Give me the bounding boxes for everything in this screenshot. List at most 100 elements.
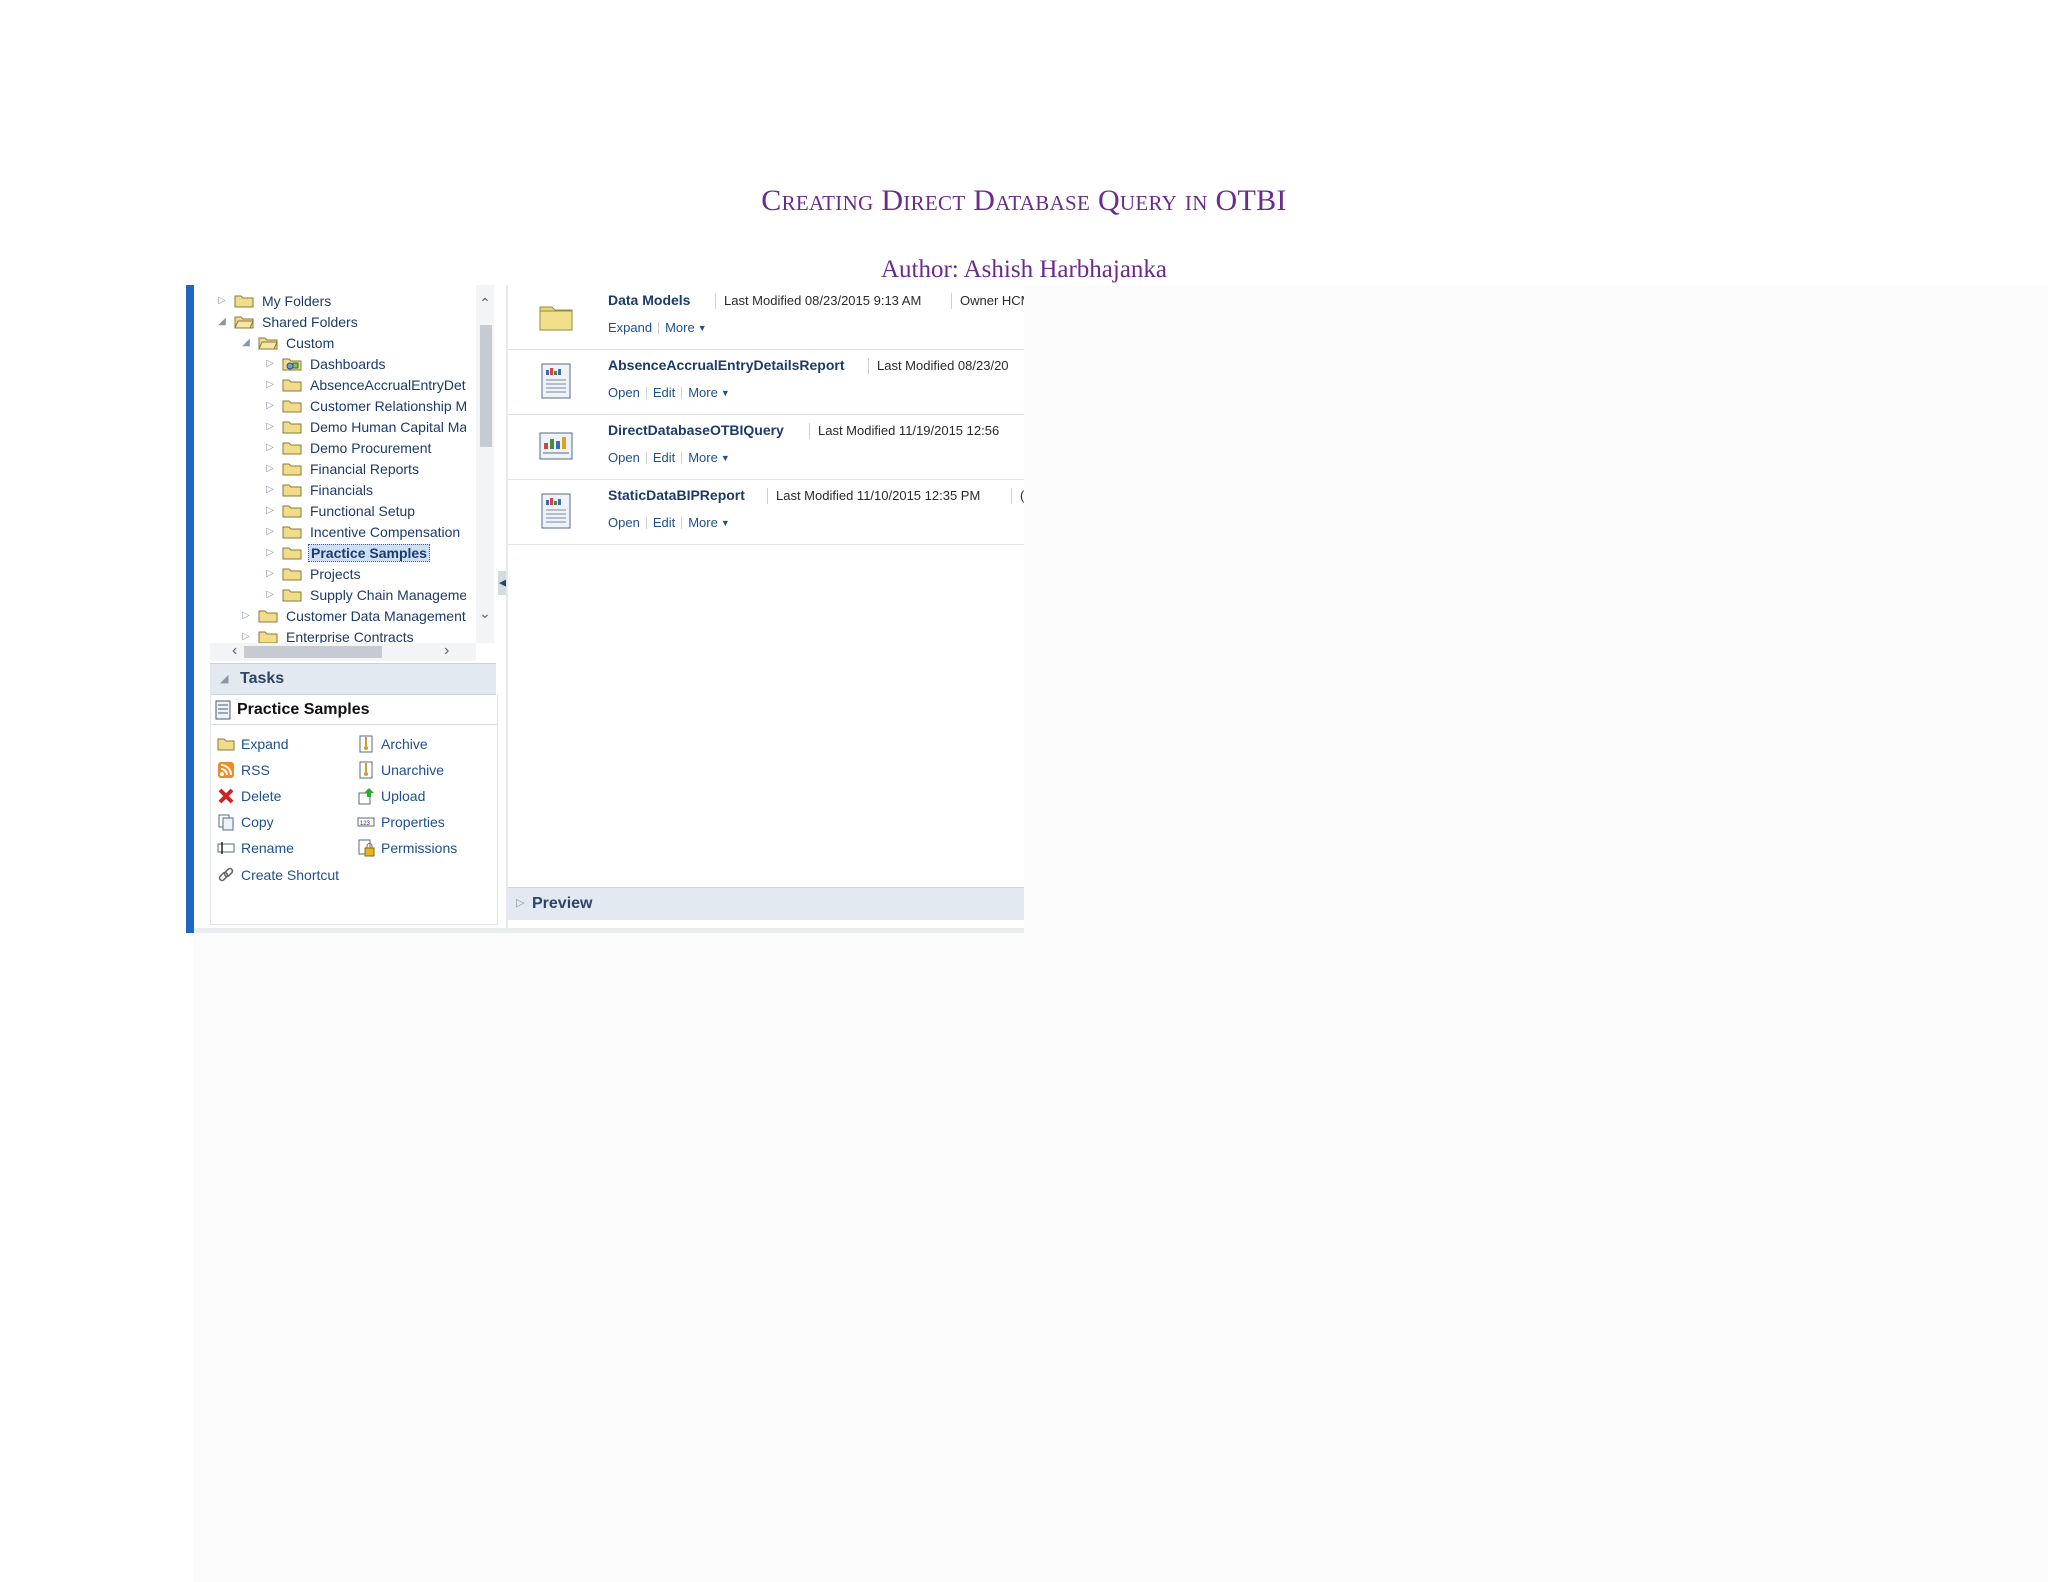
chevron-down-icon[interactable]: ▼ xyxy=(721,518,730,528)
task-label[interactable]: Delete xyxy=(241,788,281,804)
scroll-thumb[interactable] xyxy=(480,325,492,447)
tree-node-label[interactable]: Customer Data Management xyxy=(284,608,466,624)
tree-node[interactable]: ◢ Shared Folders xyxy=(216,312,360,332)
collapsed-triangle-icon[interactable]: ▷ xyxy=(264,526,276,538)
tree-node[interactable]: ▷ Financials xyxy=(264,480,375,500)
tree-node-label[interactable]: Custom xyxy=(284,335,336,351)
scroll-left-icon[interactable]: ‹ xyxy=(232,642,237,660)
catalog-item-name[interactable]: AbsenceAccrualEntryDetailsReport xyxy=(608,357,845,373)
action-edit-link[interactable]: Edit xyxy=(653,450,675,465)
tree-node-label[interactable]: Demo Human Capital Man xyxy=(308,419,466,435)
tree-vertical-scrollbar[interactable]: ⌃ ⌄ xyxy=(476,285,494,643)
tree-node[interactable]: ▷ Enterprise Contracts xyxy=(240,627,416,643)
collapsed-triangle-icon[interactable]: ▷ xyxy=(264,379,276,391)
tree-node[interactable]: ▷ Dashboards xyxy=(264,354,388,374)
collapsed-triangle-icon[interactable]: ▷ xyxy=(264,400,276,412)
tree-node[interactable]: ▷ Customer Relationship Ma xyxy=(264,396,466,416)
collapsed-triangle-icon[interactable]: ▷ xyxy=(216,295,228,307)
tree-node-label[interactable]: My Folders xyxy=(260,293,333,309)
collapsed-triangle-icon[interactable]: ▷ xyxy=(264,421,276,433)
tree-node[interactable]: ▷ Supply Chain Management xyxy=(264,585,466,605)
tree-node-label[interactable]: Practice Samples xyxy=(308,544,430,562)
expand-triangle-icon[interactable]: ▷ xyxy=(516,896,524,909)
task-label[interactable]: Rename xyxy=(241,840,294,856)
panel-splitter[interactable]: ◀ xyxy=(498,571,507,595)
action-edit-link[interactable]: Edit xyxy=(653,385,675,400)
task-label[interactable]: RSS xyxy=(241,762,270,778)
tree-node-label[interactable]: AbsenceAccrualEntryDetai xyxy=(308,377,466,393)
tasks-panel-header[interactable]: ◢ Tasks xyxy=(210,663,496,695)
tree-node-label[interactable]: Customer Relationship Ma xyxy=(308,398,466,414)
tree-node-label[interactable]: Dashboards xyxy=(308,356,388,372)
task-label[interactable]: Create Shortcut xyxy=(241,867,339,883)
tree-node[interactable]: ▷ Practice Samples xyxy=(264,543,430,563)
collapsed-triangle-icon[interactable]: ▷ xyxy=(264,547,276,559)
tree-node-label[interactable]: Functional Setup xyxy=(308,503,417,519)
task-delete[interactable]: Delete xyxy=(217,786,281,806)
tree-node-label[interactable]: Shared Folders xyxy=(260,314,360,330)
chevron-down-icon[interactable]: ▼ xyxy=(698,323,707,333)
tree-node-label[interactable]: Enterprise Contracts xyxy=(284,629,416,643)
task-label[interactable]: Upload xyxy=(381,788,425,804)
action-open-link[interactable]: Open xyxy=(608,515,640,530)
tree-horizontal-scrollbar[interactable]: ‹ › xyxy=(210,642,476,661)
tree-node[interactable]: ◢ Custom xyxy=(240,333,336,353)
task-label[interactable]: Properties xyxy=(381,814,445,830)
collapsed-triangle-icon[interactable]: ▷ xyxy=(264,568,276,580)
task-label[interactable]: Permissions xyxy=(381,840,457,856)
collapsed-triangle-icon[interactable]: ▷ xyxy=(264,442,276,454)
catalog-item-name[interactable]: DirectDatabaseOTBIQuery xyxy=(608,422,784,438)
task-archive[interactable]: Archive xyxy=(357,734,428,754)
tree-node[interactable]: ▷ Demo Human Capital Man xyxy=(264,417,466,437)
action-more-link[interactable]: More xyxy=(688,450,718,465)
preview-panel-header[interactable]: ▷ Preview xyxy=(508,887,1024,920)
task-copy[interactable]: Copy xyxy=(217,812,274,832)
task-properties[interactable]: 123 Properties xyxy=(357,812,445,832)
scroll-up-icon[interactable]: ⌃ xyxy=(477,295,493,312)
collapsed-triangle-icon[interactable]: ▷ xyxy=(240,631,252,643)
collapsed-triangle-icon[interactable]: ▷ xyxy=(264,484,276,496)
action-more-link[interactable]: More xyxy=(665,320,695,335)
action-open-link[interactable]: Open xyxy=(608,385,640,400)
tree-node-label[interactable]: Financials xyxy=(308,482,375,498)
action-more-link[interactable]: More xyxy=(688,515,718,530)
chevron-down-icon[interactable]: ▼ xyxy=(721,388,730,398)
folder-icon[interactable] xyxy=(538,297,574,335)
analysis-icon[interactable] xyxy=(538,427,574,465)
chevron-down-icon[interactable]: ▼ xyxy=(721,453,730,463)
action-edit-link[interactable]: Edit xyxy=(653,515,675,530)
task-label[interactable]: Expand xyxy=(241,736,288,752)
task-expand[interactable]: Expand xyxy=(217,734,288,754)
tree-node[interactable]: ▷ My Folders xyxy=(216,291,333,311)
collapsed-triangle-icon[interactable]: ▷ xyxy=(240,610,252,622)
task-label[interactable]: Copy xyxy=(241,814,274,830)
tree-node[interactable]: ▷ Demo Procurement xyxy=(264,438,433,458)
tree-node-label[interactable]: Demo Procurement xyxy=(308,440,433,456)
report-icon[interactable] xyxy=(538,362,574,400)
action-expand-link[interactable]: Expand xyxy=(608,320,652,335)
scroll-thumb-horizontal[interactable] xyxy=(244,646,382,658)
tree-node[interactable]: ▷ Customer Data Management xyxy=(240,606,466,626)
report-icon[interactable] xyxy=(538,492,574,530)
scroll-down-icon[interactable]: ⌄ xyxy=(477,605,493,622)
collapsed-triangle-icon[interactable]: ▷ xyxy=(264,589,276,601)
task-rename[interactable]: Rename xyxy=(217,838,294,858)
task-label[interactable]: Unarchive xyxy=(381,762,444,778)
tree-node[interactable]: ▷ AbsenceAccrualEntryDetai xyxy=(264,375,466,395)
catalog-item-name[interactable]: Data Models xyxy=(608,292,690,308)
catalog-item-name[interactable]: StaticDataBIPReport xyxy=(608,487,745,503)
collapsed-triangle-icon[interactable]: ▷ xyxy=(264,358,276,370)
tree-node-label[interactable]: Supply Chain Management xyxy=(308,587,466,603)
tree-node[interactable]: ▷ Incentive Compensation xyxy=(264,522,462,542)
expanded-triangle-icon[interactable]: ◢ xyxy=(216,316,228,328)
task-create-shortcut[interactable]: Create Shortcut xyxy=(217,865,339,885)
task-rss[interactable]: RSS xyxy=(217,760,270,780)
tree-node-label[interactable]: Financial Reports xyxy=(308,461,421,477)
task-permissions[interactable]: Permissions xyxy=(357,838,457,858)
tree-node-label[interactable]: Incentive Compensation xyxy=(308,524,462,540)
collapsed-triangle-icon[interactable]: ▷ xyxy=(264,505,276,517)
task-label[interactable]: Archive xyxy=(381,736,428,752)
scroll-right-icon[interactable]: › xyxy=(444,642,449,660)
action-more-link[interactable]: More xyxy=(688,385,718,400)
tree-node[interactable]: ▷ Functional Setup xyxy=(264,501,417,521)
